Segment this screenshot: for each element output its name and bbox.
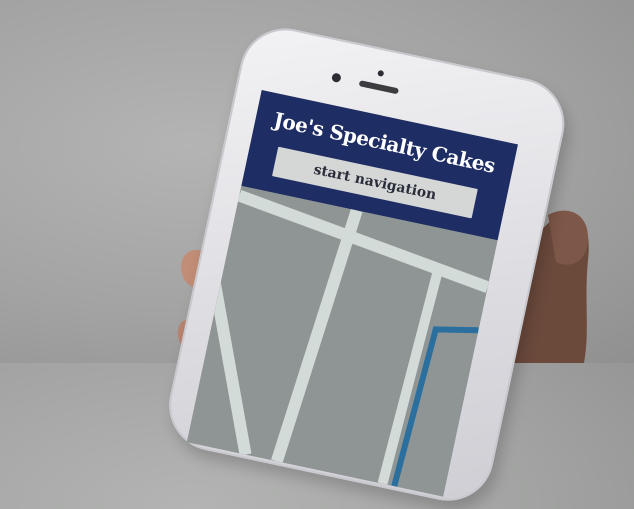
phone-screen: Joe's Specialty Cakes start navigation xyxy=(186,89,518,497)
map-view[interactable] xyxy=(186,185,498,497)
photo-scene: Joe's Specialty Cakes start navigation xyxy=(0,0,634,509)
smartphone: Joe's Specialty Cakes start navigation xyxy=(160,20,573,509)
proximity-sensor xyxy=(377,69,385,77)
front-camera-icon xyxy=(331,72,342,84)
earpiece-speaker xyxy=(358,80,400,95)
